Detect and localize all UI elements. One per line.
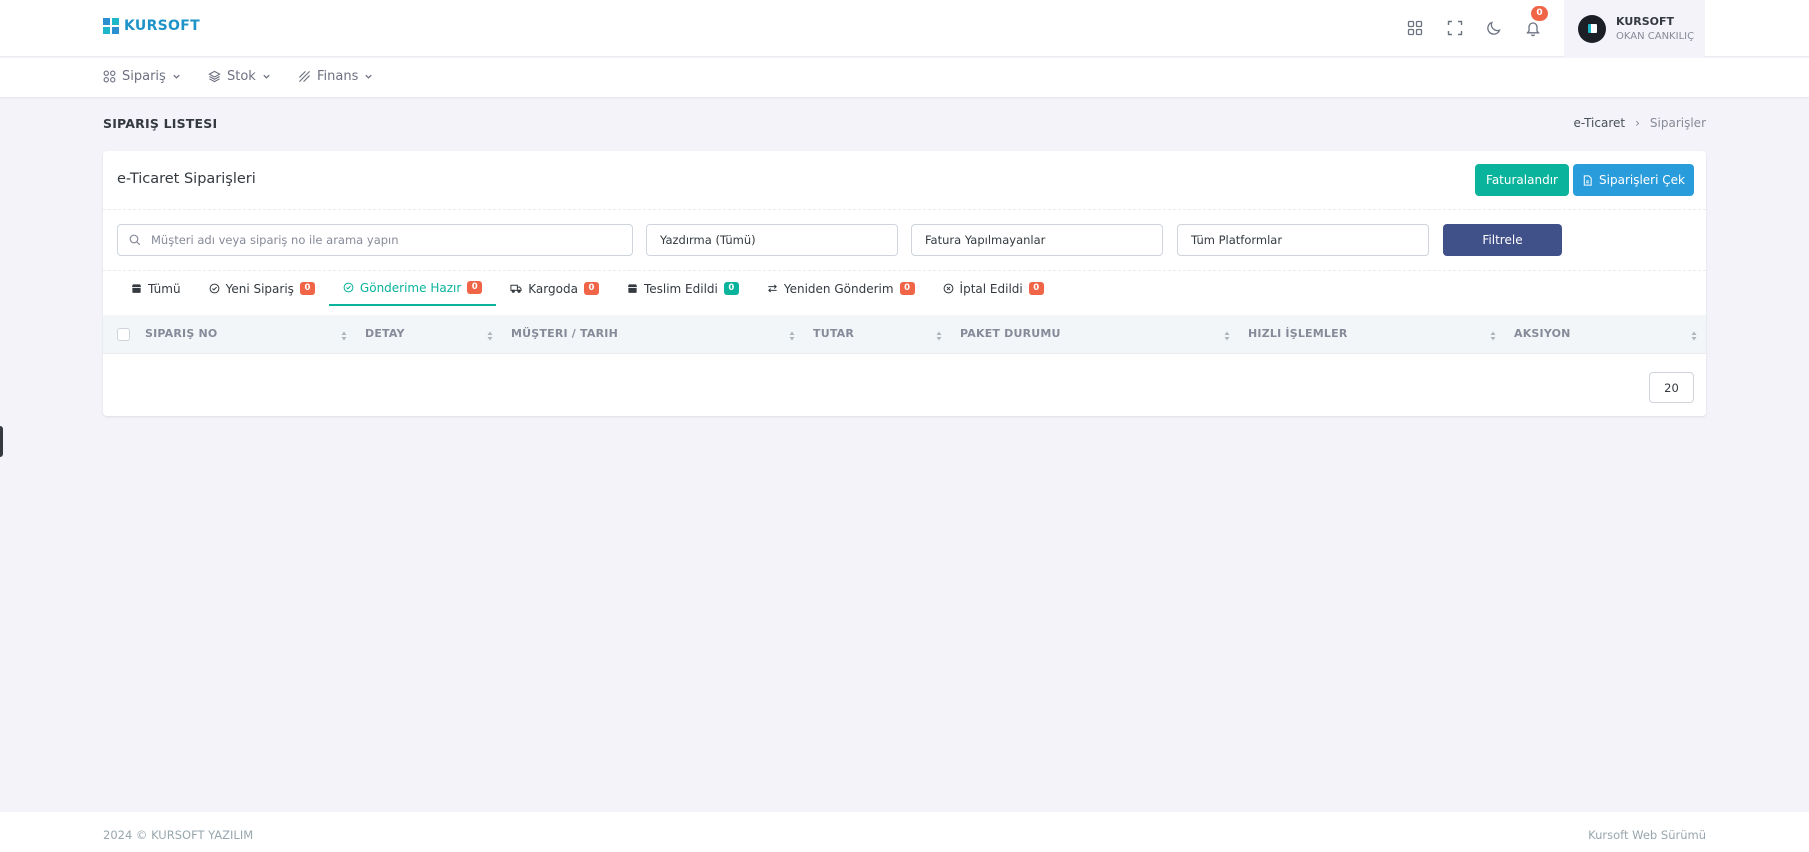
user-subtitle: OKAN CANKILIÇ [1616,30,1695,42]
breadcrumb-current: Siparişler [1649,116,1706,130]
invoice-button-label: Faturalandır [1486,173,1558,187]
dark-mode-moon-icon[interactable] [1482,16,1506,40]
shop-icon [131,284,142,293]
footer: 2024 © KURSOFT YAZILIM Kursoft Web Sürüm… [0,812,1809,852]
tab-count-badge: 0 [299,282,315,295]
sort-icon[interactable] [340,330,348,342]
money-icon [298,70,311,83]
column-header-quick-actions[interactable]: HIZLI İŞLEMLER [1248,327,1348,340]
search-box[interactable] [117,224,633,256]
tab-label: Yeniden Gönderim [783,281,894,296]
user-name: KURSOFT [1616,14,1675,28]
search-icon [129,234,141,246]
column-header-amount[interactable]: TUTAR [813,327,854,340]
table-header: SIPARIŞ NO DETAY MÜŞTERI / TARIH TUTAR P… [103,315,1706,354]
tab-new-order[interactable]: Yeni Sipariş 0 [195,271,329,306]
notification-count-badge: 0 [1531,6,1548,21]
apps-grid-icon[interactable] [1403,16,1427,40]
select-all-checkbox[interactable] [117,328,130,341]
breadcrumb-parent[interactable]: e-Ticaret [1573,116,1625,130]
swap-icon [767,284,777,293]
tab-label: Yeni Sipariş [225,281,294,296]
fetch-orders-button-label: Siparişleri Çek [1599,173,1685,187]
customizer-side-tab[interactable] [0,426,3,457]
tab-label: Gönderime Hazır [359,280,462,295]
breadcrumb-separator: › [1635,116,1640,130]
shop-icon [627,284,638,293]
order-status-tabs: Tümü Yeni Sipariş 0 Gönderime Hazır 0 Ka… [117,271,1058,306]
user-menu[interactable]: KURSOFT OKAN CANKILIÇ [1564,0,1705,57]
tab-label: İptal Edildi [959,281,1023,296]
breadcrumb: e-Ticaret › Siparişler [1573,116,1706,130]
sort-icon[interactable] [1489,330,1497,342]
nav-item-finans[interactable]: Finans [298,69,373,84]
sort-icon[interactable] [1223,330,1231,342]
grid-icon [103,70,116,83]
logo-text: KURSOFT [124,18,200,34]
sort-icon[interactable] [1690,330,1698,342]
tab-count-badge: 0 [467,281,483,294]
close-circle-icon [943,283,953,294]
nav-item-label: Sipariş [122,69,166,84]
sort-icon[interactable] [788,330,796,342]
fullscreen-icon[interactable] [1443,16,1467,40]
column-header-action[interactable]: AKSIYON [1514,327,1571,340]
tab-count-badge: 0 [899,282,915,295]
tab-cancelled[interactable]: İptal Edildi 0 [929,271,1058,306]
footer-copyright: 2024 © KURSOFT YAZILIM [103,828,254,842]
layers-icon [208,70,221,83]
fetch-orders-button[interactable]: Siparişleri Çek [1573,164,1694,196]
column-header-detail[interactable]: DETAY [365,327,405,340]
nav-item-label: Stok [227,69,256,84]
tab-all[interactable]: Tümü [117,271,195,306]
tab-in-cargo[interactable]: Kargoda 0 [496,271,613,306]
topbar: KURSOFT 0 KURSOFT OKAN CANKILIÇ [0,0,1809,57]
avatar [1578,14,1606,43]
print-filter-select[interactable]: Yazdırma (Tümü) [646,224,898,256]
page-size-select[interactable]: 20 [1649,372,1694,403]
sort-icon[interactable] [935,330,943,342]
chevron-down-icon [365,74,373,79]
filter-button-label: Filtrele [1482,233,1523,247]
platform-filter-select[interactable]: Tüm Platformlar [1177,224,1429,256]
tab-label: Tümü [148,281,181,296]
tab-ready-to-ship[interactable]: Gönderime Hazır 0 [328,271,497,306]
nav-item-siparis[interactable]: Sipariş [103,69,181,84]
tab-label: Kargoda [528,281,578,296]
chevron-down-icon [263,74,270,79]
orders-card: e-Ticaret Siparişleri Faturalandır Sipar… [103,151,1706,416]
column-header-order-no[interactable]: SIPARIŞ NO [145,327,217,340]
tab-delivered[interactable]: Teslim Edildi 0 [613,271,753,306]
truck-icon [510,284,522,293]
tab-count-badge: 0 [1028,282,1044,295]
nav-item-label: Finans [317,69,359,84]
tab-count-badge: 0 [723,282,739,295]
nav-item-stok[interactable]: Stok [208,69,271,84]
tab-label: Teslim Edildi [643,281,718,296]
check-circle-icon [343,282,354,293]
footer-version: Kursoft Web Sürümü [1588,828,1706,842]
search-input[interactable] [151,233,611,247]
file-icon [1583,174,1592,186]
sort-icon[interactable] [486,330,494,342]
filter-button[interactable]: Filtrele [1443,224,1562,256]
page-title: SIPARIŞ LISTESI [103,116,218,131]
logo[interactable]: KURSOFT [103,18,200,34]
tab-resend[interactable]: Yeniden Gönderim 0 [753,271,929,306]
invoice-button[interactable]: Faturalandır [1475,164,1569,196]
column-header-customer-date[interactable]: MÜŞTERI / TARIH [511,327,618,340]
tab-count-badge: 0 [583,282,599,295]
card-title: e-Ticaret Siparişleri [117,171,256,187]
check-circle-icon [209,283,219,294]
main-navbar: Sipariş Stok Finans [0,58,1809,97]
column-header-package-status[interactable]: PAKET DURUMU [960,327,1061,340]
invoice-filter-select[interactable]: Fatura Yapılmayanlar [911,224,1163,256]
chevron-down-icon [173,74,180,79]
divider [103,209,1706,210]
logo-mark-icon [103,18,119,34]
